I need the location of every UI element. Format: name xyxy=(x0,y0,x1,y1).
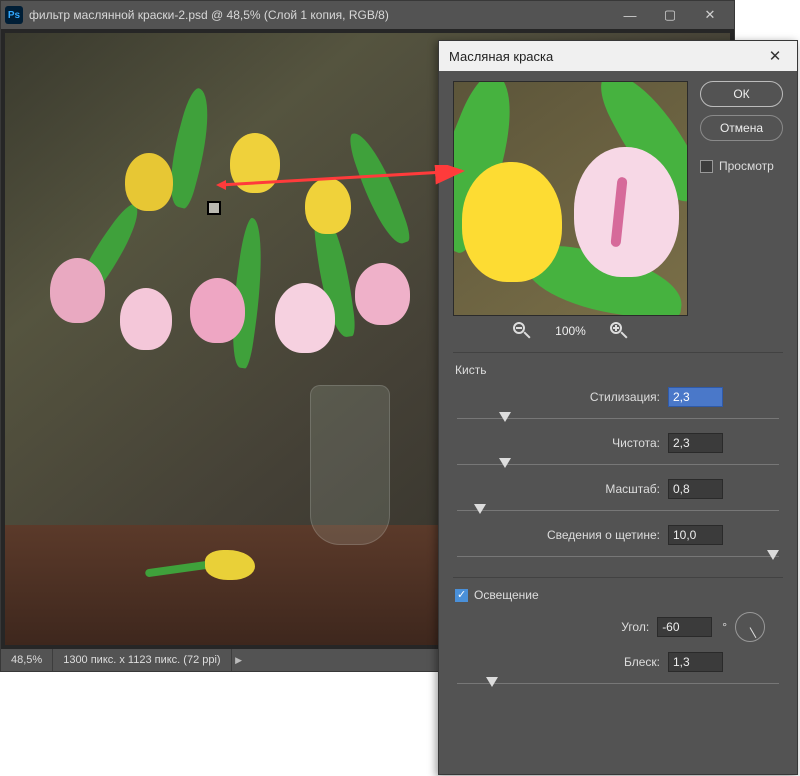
dialog-close-button[interactable]: ✕ xyxy=(763,44,787,68)
shine-input[interactable] xyxy=(668,652,723,672)
status-docinfo[interactable]: 1300 пикс. x 1123 пикс. (72 ppi) xyxy=(53,649,231,671)
angle-label: Угол: xyxy=(621,620,649,634)
bristle-label: Сведения о щетине: xyxy=(547,528,660,542)
dialog-title: Масляная краска xyxy=(449,49,763,64)
preview-checkbox-label: Просмотр xyxy=(719,159,774,173)
status-menu-arrow-icon[interactable]: ▶ xyxy=(232,655,246,666)
degree-symbol: ° xyxy=(722,620,727,634)
cleanliness-slider[interactable] xyxy=(457,455,779,475)
bristle-input[interactable] xyxy=(668,525,723,545)
preview-checkbox[interactable] xyxy=(700,160,713,173)
sample-point-marker[interactable] xyxy=(207,201,221,215)
close-button[interactable]: ✕ xyxy=(690,3,730,27)
shine-label: Блеск: xyxy=(624,655,660,669)
maximize-button[interactable]: ▢ xyxy=(650,3,690,27)
zoom-in-icon[interactable] xyxy=(610,322,628,340)
window-title: фильтр маслянной краски-2.psd @ 48,5% (С… xyxy=(29,8,610,22)
dialog-titlebar[interactable]: Масляная краска ✕ xyxy=(439,41,797,71)
cleanliness-label: Чистота: xyxy=(612,436,660,450)
stylization-slider[interactable] xyxy=(457,409,779,429)
status-zoom[interactable]: 48,5% xyxy=(1,649,53,671)
brush-section: Кисть Стилизация: Чистота: Масштаб: xyxy=(453,352,783,577)
cleanliness-input[interactable] xyxy=(668,433,723,453)
scale-label: Масштаб: xyxy=(605,482,660,496)
lighting-checkbox[interactable] xyxy=(455,589,468,602)
zoom-level[interactable]: 100% xyxy=(555,324,586,338)
photoshop-logo: Ps xyxy=(5,6,23,24)
lighting-section: Освещение Угол: ° Блеск: xyxy=(453,577,783,704)
stylization-input[interactable] xyxy=(668,387,723,407)
window-titlebar[interactable]: Ps фильтр маслянной краски-2.psd @ 48,5%… xyxy=(1,1,734,29)
brush-section-title: Кисть xyxy=(453,363,783,377)
bristle-slider[interactable] xyxy=(457,547,779,567)
cancel-button[interactable]: Отмена xyxy=(700,115,783,141)
scale-slider[interactable] xyxy=(457,501,779,521)
zoom-out-icon[interactable] xyxy=(513,322,531,340)
ok-button[interactable]: ОК xyxy=(700,81,783,107)
oil-paint-dialog: Масляная краска ✕ 100% ОК Отмена xyxy=(438,40,798,775)
stylization-label: Стилизация: xyxy=(590,390,660,404)
minimize-button[interactable]: — xyxy=(610,3,650,27)
scale-input[interactable] xyxy=(668,479,723,499)
angle-dial[interactable] xyxy=(735,612,765,642)
angle-input[interactable] xyxy=(657,617,712,637)
lighting-section-title: Освещение xyxy=(474,588,539,602)
shine-slider[interactable] xyxy=(457,674,779,694)
filter-preview[interactable] xyxy=(453,81,688,316)
